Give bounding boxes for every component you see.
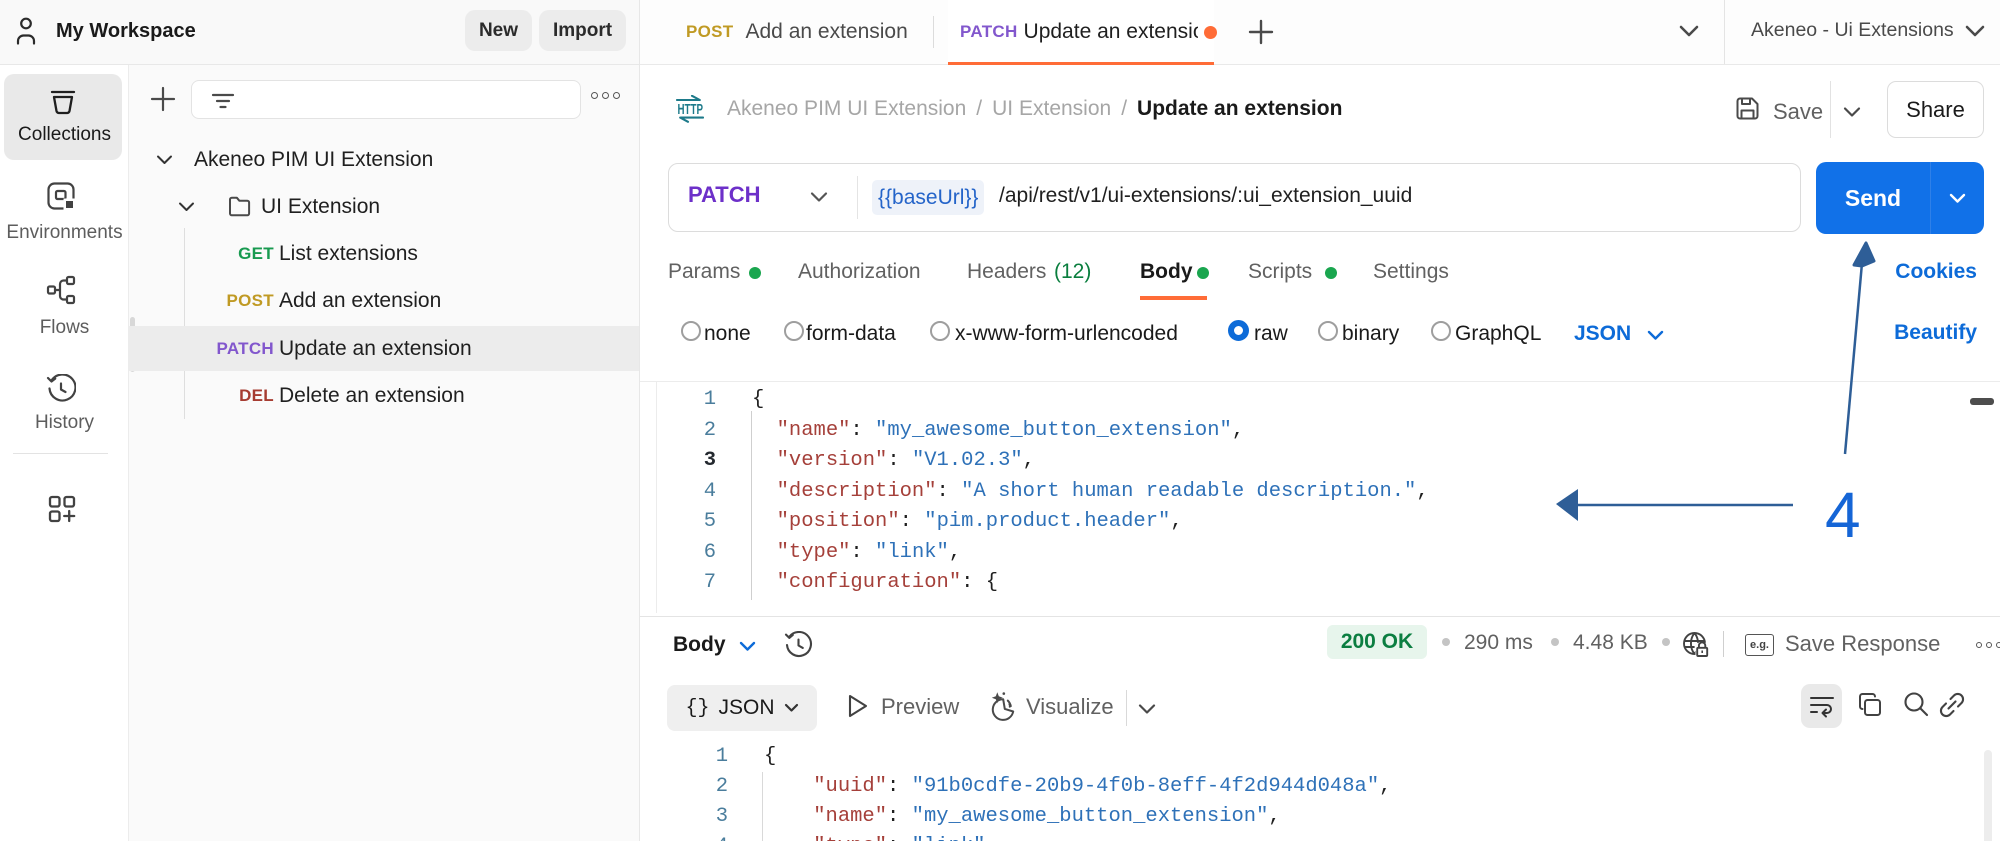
svg-text:HTTP: HTTP	[678, 102, 704, 118]
svg-text:4: 4	[1825, 479, 1861, 550]
